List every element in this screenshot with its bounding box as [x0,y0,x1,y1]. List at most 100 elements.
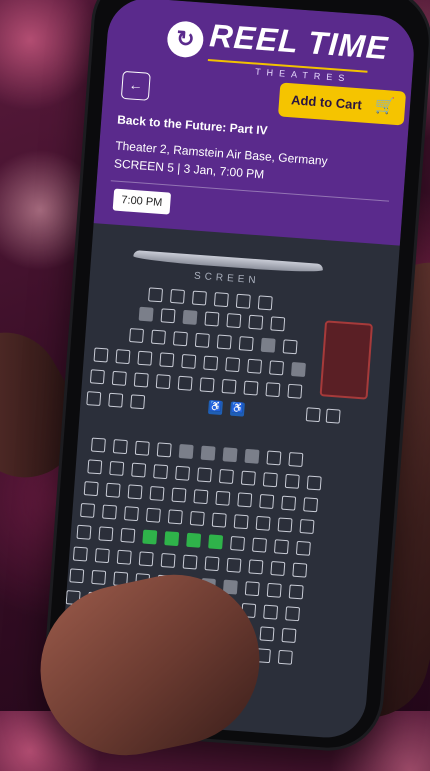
seat[interactable] [226,557,242,573]
seat[interactable] [230,536,246,551]
seat[interactable] [266,450,282,466]
seat[interactable] [281,495,297,511]
seat[interactable] [164,531,180,547]
seat[interactable] [305,407,321,423]
seat[interactable] [98,526,114,542]
wheelchair-accessible-seat-icon[interactable]: ♿ [229,401,245,417]
seat[interactable] [134,440,150,456]
seat[interactable] [215,490,231,506]
seat[interactable] [115,349,131,365]
back-button[interactable]: ← [120,70,151,101]
seat[interactable] [263,604,279,620]
seat[interactable] [259,626,275,642]
wheelchair-accessible-seat-icon[interactable]: ♿ [207,400,223,416]
seat[interactable] [225,357,241,373]
seat[interactable] [80,502,96,518]
seat[interactable] [216,334,232,350]
seat[interactable] [269,360,285,376]
seat[interactable] [133,372,149,388]
seat[interactable] [325,408,341,424]
seat[interactable] [93,347,109,363]
seat[interactable] [90,437,106,453]
seat[interactable] [94,548,110,564]
seat[interactable] [262,472,278,488]
seat[interactable] [265,382,281,398]
seat[interactable] [248,559,264,575]
seat[interactable] [150,329,166,345]
seat[interactable] [89,369,105,385]
seat[interactable] [182,309,198,325]
seat[interactable] [240,470,256,486]
seat[interactable] [257,295,273,311]
seat[interactable] [199,377,215,393]
seat[interactable] [138,551,154,567]
seat[interactable] [288,452,304,468]
seat[interactable] [111,370,127,386]
seat[interactable] [218,469,234,484]
seat[interactable] [177,375,193,391]
seat[interactable] [287,383,303,399]
seat[interactable] [284,473,300,489]
seat[interactable] [129,328,145,344]
seat[interactable] [123,506,139,522]
seat[interactable] [155,374,171,390]
seat[interactable] [237,492,253,508]
seat[interactable] [105,482,121,498]
seat[interactable] [131,462,147,478]
seat[interactable] [244,581,260,597]
seat[interactable] [233,514,249,530]
seat[interactable] [244,448,260,464]
seat[interactable] [186,532,202,548]
seat[interactable] [160,552,176,568]
seat[interactable] [285,606,301,622]
seat[interactable] [226,313,242,329]
seat[interactable] [266,582,282,598]
seat[interactable] [102,504,118,520]
seat[interactable] [193,489,209,505]
seat[interactable] [299,519,315,535]
seat[interactable] [277,517,293,533]
seat[interactable] [120,527,136,543]
seat[interactable] [153,464,169,480]
seat[interactable] [211,512,227,528]
seat[interactable] [86,391,102,407]
seat[interactable] [270,561,286,577]
add-to-cart-button[interactable]: Add to Cart 🛒 [277,82,407,126]
seat[interactable] [91,569,107,585]
seat[interactable] [159,352,175,368]
seat[interactable] [130,394,146,410]
seat[interactable] [221,378,237,394]
seat[interactable] [189,510,205,526]
seat[interactable] [252,537,267,553]
seat[interactable] [235,293,251,309]
seat[interactable] [288,584,304,600]
seat[interactable] [191,290,207,306]
seat[interactable] [181,353,197,369]
seat[interactable] [238,336,254,352]
seat[interactable] [109,460,125,476]
seat[interactable] [270,316,286,332]
seat[interactable] [282,339,298,355]
seat[interactable] [292,562,308,578]
seat[interactable] [204,556,220,572]
seat[interactable] [203,355,219,371]
seat[interactable] [182,554,198,570]
seat[interactable] [281,628,297,644]
seat[interactable] [148,287,164,303]
seat[interactable] [72,546,88,562]
seat[interactable] [277,649,293,665]
seat[interactable] [87,459,103,475]
seat[interactable] [273,539,289,555]
seat[interactable] [149,485,165,501]
seat[interactable] [112,439,128,455]
seat[interactable] [295,540,311,556]
seat[interactable] [303,497,319,513]
seat[interactable] [255,515,271,531]
seat[interactable] [171,487,187,503]
seat[interactable] [167,509,183,525]
seat[interactable] [116,549,132,565]
seat[interactable] [170,288,185,304]
seat[interactable] [259,494,275,510]
seat[interactable] [204,311,220,327]
seat[interactable] [248,314,264,330]
